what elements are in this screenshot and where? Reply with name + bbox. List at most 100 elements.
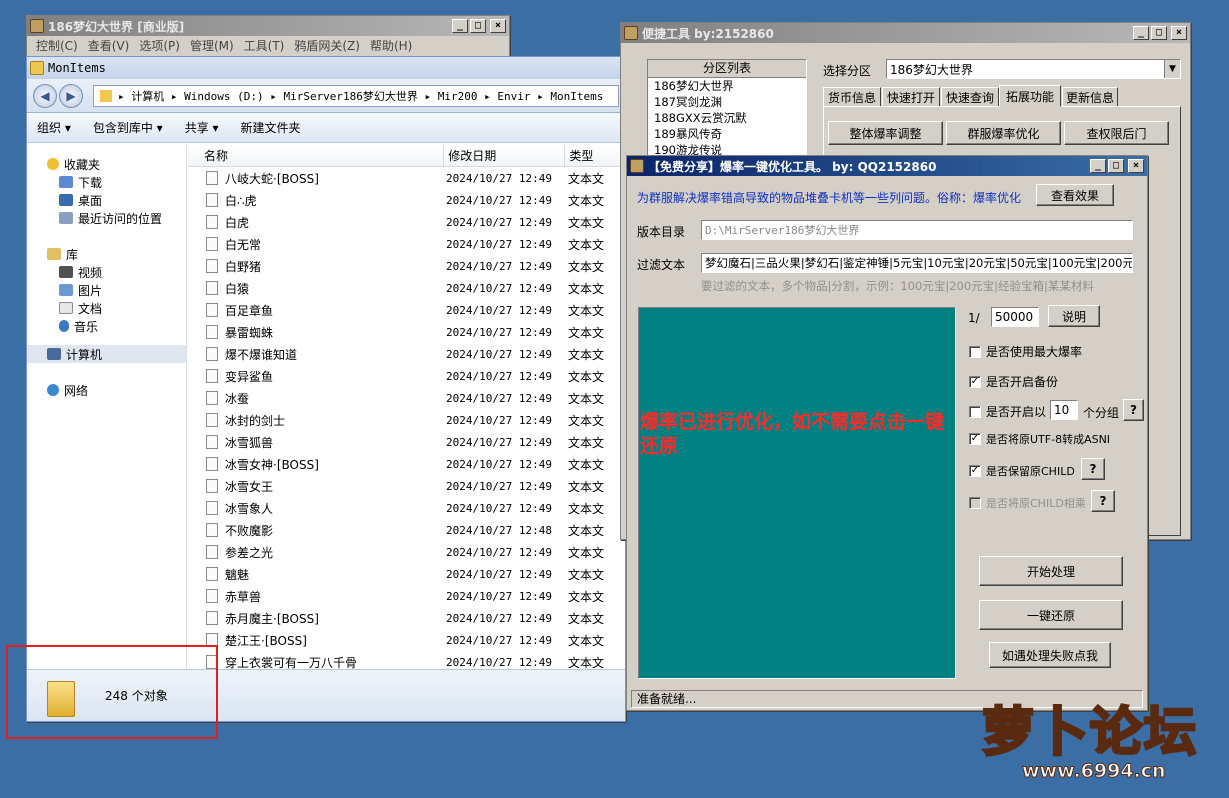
check-icon[interactable]: ✓ [969, 465, 981, 477]
partition-item[interactable]: 187冥剑龙渊 [654, 94, 806, 110]
minimize-icon[interactable]: _ [1133, 26, 1149, 40]
menu-tools[interactable]: 工具(T) [239, 37, 290, 54]
table-row[interactable]: 白虎 2024/10/27 12:49 文本文 [188, 211, 625, 233]
forward-arrow-icon[interactable]: ▶ [59, 83, 83, 108]
main-window-titlebar[interactable]: 186梦幻大世界 [商业版] _ □ × [27, 16, 509, 36]
partition-item[interactable]: 189暴风传奇 [654, 126, 806, 142]
check-icon[interactable]: ✓ [969, 375, 981, 388]
menu-view[interactable]: 查看(V) [83, 37, 135, 54]
check-icon[interactable]: ✓ [969, 433, 981, 445]
table-row[interactable]: 参差之光 2024/10/27 12:49 文本文 [188, 541, 625, 563]
menu-help[interactable]: 帮助(H) [365, 37, 417, 54]
tab-quick-open[interactable]: 快速打开 [882, 87, 940, 107]
table-row[interactable]: 白无常 2024/10/27 12:49 文本文 [188, 233, 625, 255]
child-multiply-help-button[interactable]: ? [1091, 490, 1115, 512]
table-row[interactable]: 赤草兽 2024/10/27 12:49 文本文 [188, 585, 625, 607]
table-row[interactable]: 魑魅 2024/10/27 12:49 文本文 [188, 563, 625, 585]
child-multiply-checkbox[interactable]: 是否将原CHILD相乘 [969, 495, 1086, 511]
nav-music[interactable]: 音乐 [27, 317, 186, 335]
group-checkbox[interactable]: 是否开启以 [969, 403, 1046, 420]
column-type[interactable]: 类型 [565, 145, 625, 166]
close-icon[interactable]: × [1128, 159, 1144, 173]
menu-control[interactable]: 控制(C) [31, 37, 83, 54]
nav-recent[interactable]: 最近访问的位置 [27, 209, 186, 227]
table-row[interactable]: 冰蚕 2024/10/27 12:49 文本文 [188, 387, 625, 409]
chevron-down-icon[interactable]: ▼ [1164, 60, 1180, 78]
rate-optimizer-titlebar[interactable]: 【免费分享】爆率一键优化工具。 by: QQ2152860 _ □ × [627, 156, 1147, 176]
nav-favorites[interactable]: 收藏夹 [27, 155, 186, 173]
overall-rate-button[interactable]: 整体爆率调整 [828, 121, 943, 145]
checkbox-box[interactable] [969, 405, 981, 418]
tab-updates[interactable]: 更新信息 [1062, 87, 1118, 107]
table-row[interactable]: 爆不爆谁知道 2024/10/27 12:49 文本文 [188, 343, 625, 365]
tab-currency[interactable]: 货币信息 [823, 87, 881, 107]
menu-gateway[interactable]: 鸦盾网关(Z) [289, 37, 365, 54]
nav-videos[interactable]: 视频 [27, 263, 186, 281]
failure-help-button[interactable]: 如遇处理失败点我 [989, 642, 1111, 668]
address-bar[interactable]: ▸ 计算机 ▸ Windows (D:) ▸ MirServer186梦幻大世界… [93, 84, 619, 107]
table-row[interactable]: 白野猪 2024/10/27 12:49 文本文 [188, 255, 625, 277]
table-row[interactable]: 冰雪女神·[BOSS] 2024/10/27 12:49 文本文 [188, 453, 625, 475]
new-folder-button[interactable]: 新建文件夹 [241, 119, 301, 136]
filter-text-input[interactable]: 梦幻魔石|三品火果|梦幻石|鉴定神锤|5元宝|10元宝|20元宝|50元宝|10… [701, 253, 1133, 273]
table-row[interactable]: 变异鲨鱼 2024/10/27 12:49 文本文 [188, 365, 625, 387]
maximize-icon[interactable]: □ [470, 19, 486, 33]
view-effect-button[interactable]: 查看效果 [1036, 184, 1114, 206]
table-row[interactable]: 暴雷蜘蛛 2024/10/27 12:49 文本文 [188, 321, 625, 343]
tab-extensions[interactable]: 拓展功能 [999, 85, 1061, 107]
start-process-button[interactable]: 开始处理 [979, 556, 1123, 586]
share-button[interactable]: 共享 ▾ [185, 119, 219, 136]
nav-documents[interactable]: 文档 [27, 299, 186, 317]
tool-window-titlebar[interactable]: 便捷工具 by:2152860 _ □ × [621, 23, 1190, 43]
explain-button[interactable]: 说明 [1048, 305, 1100, 327]
nav-desktop[interactable]: 桌面 [27, 191, 186, 209]
tab-quick-query[interactable]: 快速查询 [941, 87, 999, 107]
utf8-checkbox[interactable]: ✓ 是否将原UTF-8转成ASNI [969, 431, 1110, 447]
table-row[interactable]: 冰雪女王 2024/10/27 12:49 文本文 [188, 475, 625, 497]
nav-network[interactable]: 网络 [27, 381, 186, 399]
table-row[interactable]: 冰雪象人 2024/10/27 12:49 文本文 [188, 497, 625, 519]
organize-button[interactable]: 组织 ▾ [37, 119, 71, 136]
restore-button[interactable]: 一键还原 [979, 600, 1123, 630]
checkbox-box[interactable] [969, 497, 981, 509]
table-row[interactable]: 百足章鱼 2024/10/27 12:49 文本文 [188, 299, 625, 321]
back-arrow-icon[interactable]: ◀ [33, 83, 57, 108]
group-size-input[interactable]: 10 [1050, 400, 1078, 420]
max-rate-checkbox[interactable]: 是否使用最大爆率 [969, 343, 1082, 360]
table-row[interactable]: 冰雪狐兽 2024/10/27 12:49 文本文 [188, 431, 625, 453]
maximize-icon[interactable]: □ [1108, 159, 1124, 173]
checkbox-box[interactable] [969, 345, 981, 358]
ratio-input[interactable]: 50000 [991, 307, 1039, 327]
partition-item[interactable]: 188GXX云赏沉默 [654, 110, 806, 126]
check-backdoor-button[interactable]: 查权限后门 [1064, 121, 1169, 145]
table-row[interactable]: 八岐大蛇·[BOSS] 2024/10/27 12:49 文本文 [188, 167, 625, 189]
column-name[interactable]: 名称 [188, 145, 445, 166]
column-date[interactable]: 修改日期 [444, 145, 566, 166]
backup-checkbox[interactable]: ✓ 是否开启备份 [969, 373, 1058, 390]
menu-options[interactable]: 选项(P) [134, 37, 185, 54]
table-row[interactable]: 白猿 2024/10/27 12:49 文本文 [188, 277, 625, 299]
explorer-titlebar[interactable]: MonItems [27, 57, 625, 79]
group-help-button[interactable]: ? [1123, 399, 1144, 421]
group-rate-optimize-button[interactable]: 群服爆率优化 [946, 121, 1061, 145]
table-row[interactable]: 冰封的剑士 2024/10/27 12:49 文本文 [188, 409, 625, 431]
table-row[interactable]: 白∴虎 2024/10/27 12:49 文本文 [188, 189, 625, 211]
keep-child-checkbox[interactable]: ✓ 是否保留原CHILD [969, 463, 1075, 479]
version-dir-input[interactable]: D:\MirServer186梦幻大世界 [701, 220, 1133, 240]
menu-manage[interactable]: 管理(M) [185, 37, 239, 54]
close-icon[interactable]: × [490, 19, 506, 33]
table-row[interactable]: 不败魔影 2024/10/27 12:48 文本文 [188, 519, 625, 541]
close-icon[interactable]: × [1171, 26, 1187, 40]
include-library-button[interactable]: 包含到库中 ▾ [93, 119, 163, 136]
minimize-icon[interactable]: _ [1090, 159, 1106, 173]
table-row[interactable]: 赤月魔主·[BOSS] 2024/10/27 12:49 文本文 [188, 607, 625, 629]
partition-list[interactable]: 分区列表 186梦幻大世界 187冥剑龙渊 188GXX云赏沉默 189暴风传奇… [647, 59, 807, 159]
nav-libraries[interactable]: 库 [27, 245, 186, 263]
partition-select[interactable]: 186梦幻大世界 ▼ [886, 59, 1181, 79]
nav-computer[interactable]: 计算机 [27, 345, 186, 363]
maximize-icon[interactable]: □ [1151, 26, 1167, 40]
table-row[interactable]: 穿上衣裳可有一万八千骨 2024/10/27 12:49 文本文 [188, 651, 625, 669]
nav-downloads[interactable]: 下载 [27, 173, 186, 191]
minimize-icon[interactable]: _ [452, 19, 468, 33]
keep-child-help-button[interactable]: ? [1081, 458, 1105, 480]
